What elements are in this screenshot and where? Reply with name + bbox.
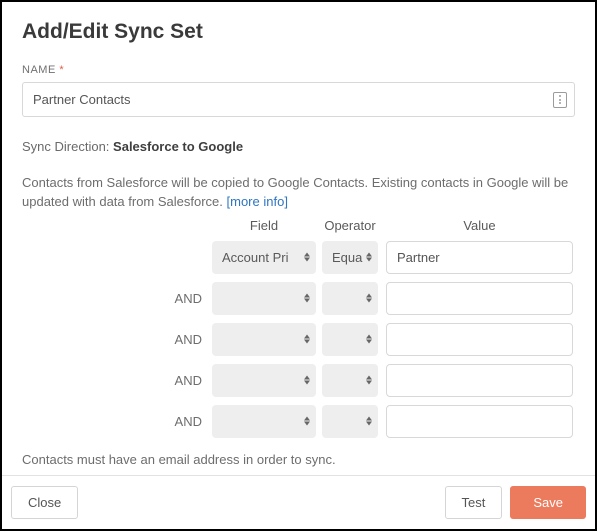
chevron-sort-icon	[304, 335, 310, 344]
test-button[interactable]: Test	[445, 486, 503, 519]
name-field-wrap	[22, 82, 575, 117]
sync-note: Contacts must have an email address in o…	[22, 452, 575, 467]
chevron-sort-icon	[366, 376, 372, 385]
name-input[interactable]	[22, 82, 575, 117]
dialog-title: Add/Edit Sync Set	[22, 20, 575, 44]
keyboard-icon[interactable]	[553, 92, 567, 108]
header-value: Value	[386, 218, 575, 233]
and-label: AND	[22, 414, 212, 429]
chevron-sort-icon	[304, 417, 310, 426]
dialog-content: Add/Edit Sync Set NAME * Sync Direction:…	[2, 2, 595, 475]
sync-direction: Sync Direction: Salesforce to Google	[22, 139, 575, 154]
field-select[interactable]	[212, 323, 316, 356]
field-select[interactable]	[212, 364, 316, 397]
header-operator: Operator	[322, 218, 378, 233]
name-label: NAME *	[22, 64, 575, 76]
filter-table: Field Operator Value Account Pri Equa AN…	[22, 218, 575, 438]
sync-set-dialog: Add/Edit Sync Set NAME * Sync Direction:…	[2, 2, 595, 529]
close-button[interactable]: Close	[11, 486, 78, 519]
and-label: AND	[22, 332, 212, 347]
and-label: AND	[22, 373, 212, 388]
sync-direction-value: Salesforce to Google	[113, 139, 243, 154]
value-input[interactable]	[386, 323, 573, 356]
sync-direction-label: Sync Direction:	[22, 139, 109, 154]
more-info-link[interactable]: [more info]	[227, 194, 288, 209]
save-button[interactable]: Save	[510, 486, 586, 519]
field-select[interactable]	[212, 282, 316, 315]
filter-row: AND	[22, 282, 575, 315]
chevron-sort-icon	[366, 294, 372, 303]
operator-select[interactable]	[322, 405, 378, 438]
filter-row: Account Pri Equa	[22, 241, 575, 274]
value-input[interactable]	[386, 282, 573, 315]
operator-select[interactable]	[322, 282, 378, 315]
field-select[interactable]: Account Pri	[212, 241, 316, 274]
filter-row: AND	[22, 364, 575, 397]
chevron-sort-icon	[366, 417, 372, 426]
filter-headers: Field Operator Value	[22, 218, 575, 233]
value-input[interactable]	[386, 364, 573, 397]
operator-select[interactable]	[322, 323, 378, 356]
chevron-sort-icon	[366, 335, 372, 344]
operator-select[interactable]	[322, 364, 378, 397]
required-indicator: *	[59, 64, 64, 76]
operator-select[interactable]: Equa	[322, 241, 378, 274]
description: Contacts from Salesforce will be copied …	[22, 174, 575, 212]
filter-row: AND	[22, 405, 575, 438]
header-field: Field	[212, 218, 316, 233]
and-label: AND	[22, 291, 212, 306]
dialog-footer: Close Test Save	[2, 475, 595, 529]
filter-row: AND	[22, 323, 575, 356]
chevron-sort-icon	[304, 376, 310, 385]
chevron-sort-icon	[304, 253, 310, 262]
field-select[interactable]	[212, 405, 316, 438]
description-text: Contacts from Salesforce will be copied …	[22, 175, 568, 209]
chevron-sort-icon	[366, 253, 372, 262]
chevron-sort-icon	[304, 294, 310, 303]
value-input[interactable]	[386, 405, 573, 438]
value-input[interactable]	[386, 241, 573, 274]
